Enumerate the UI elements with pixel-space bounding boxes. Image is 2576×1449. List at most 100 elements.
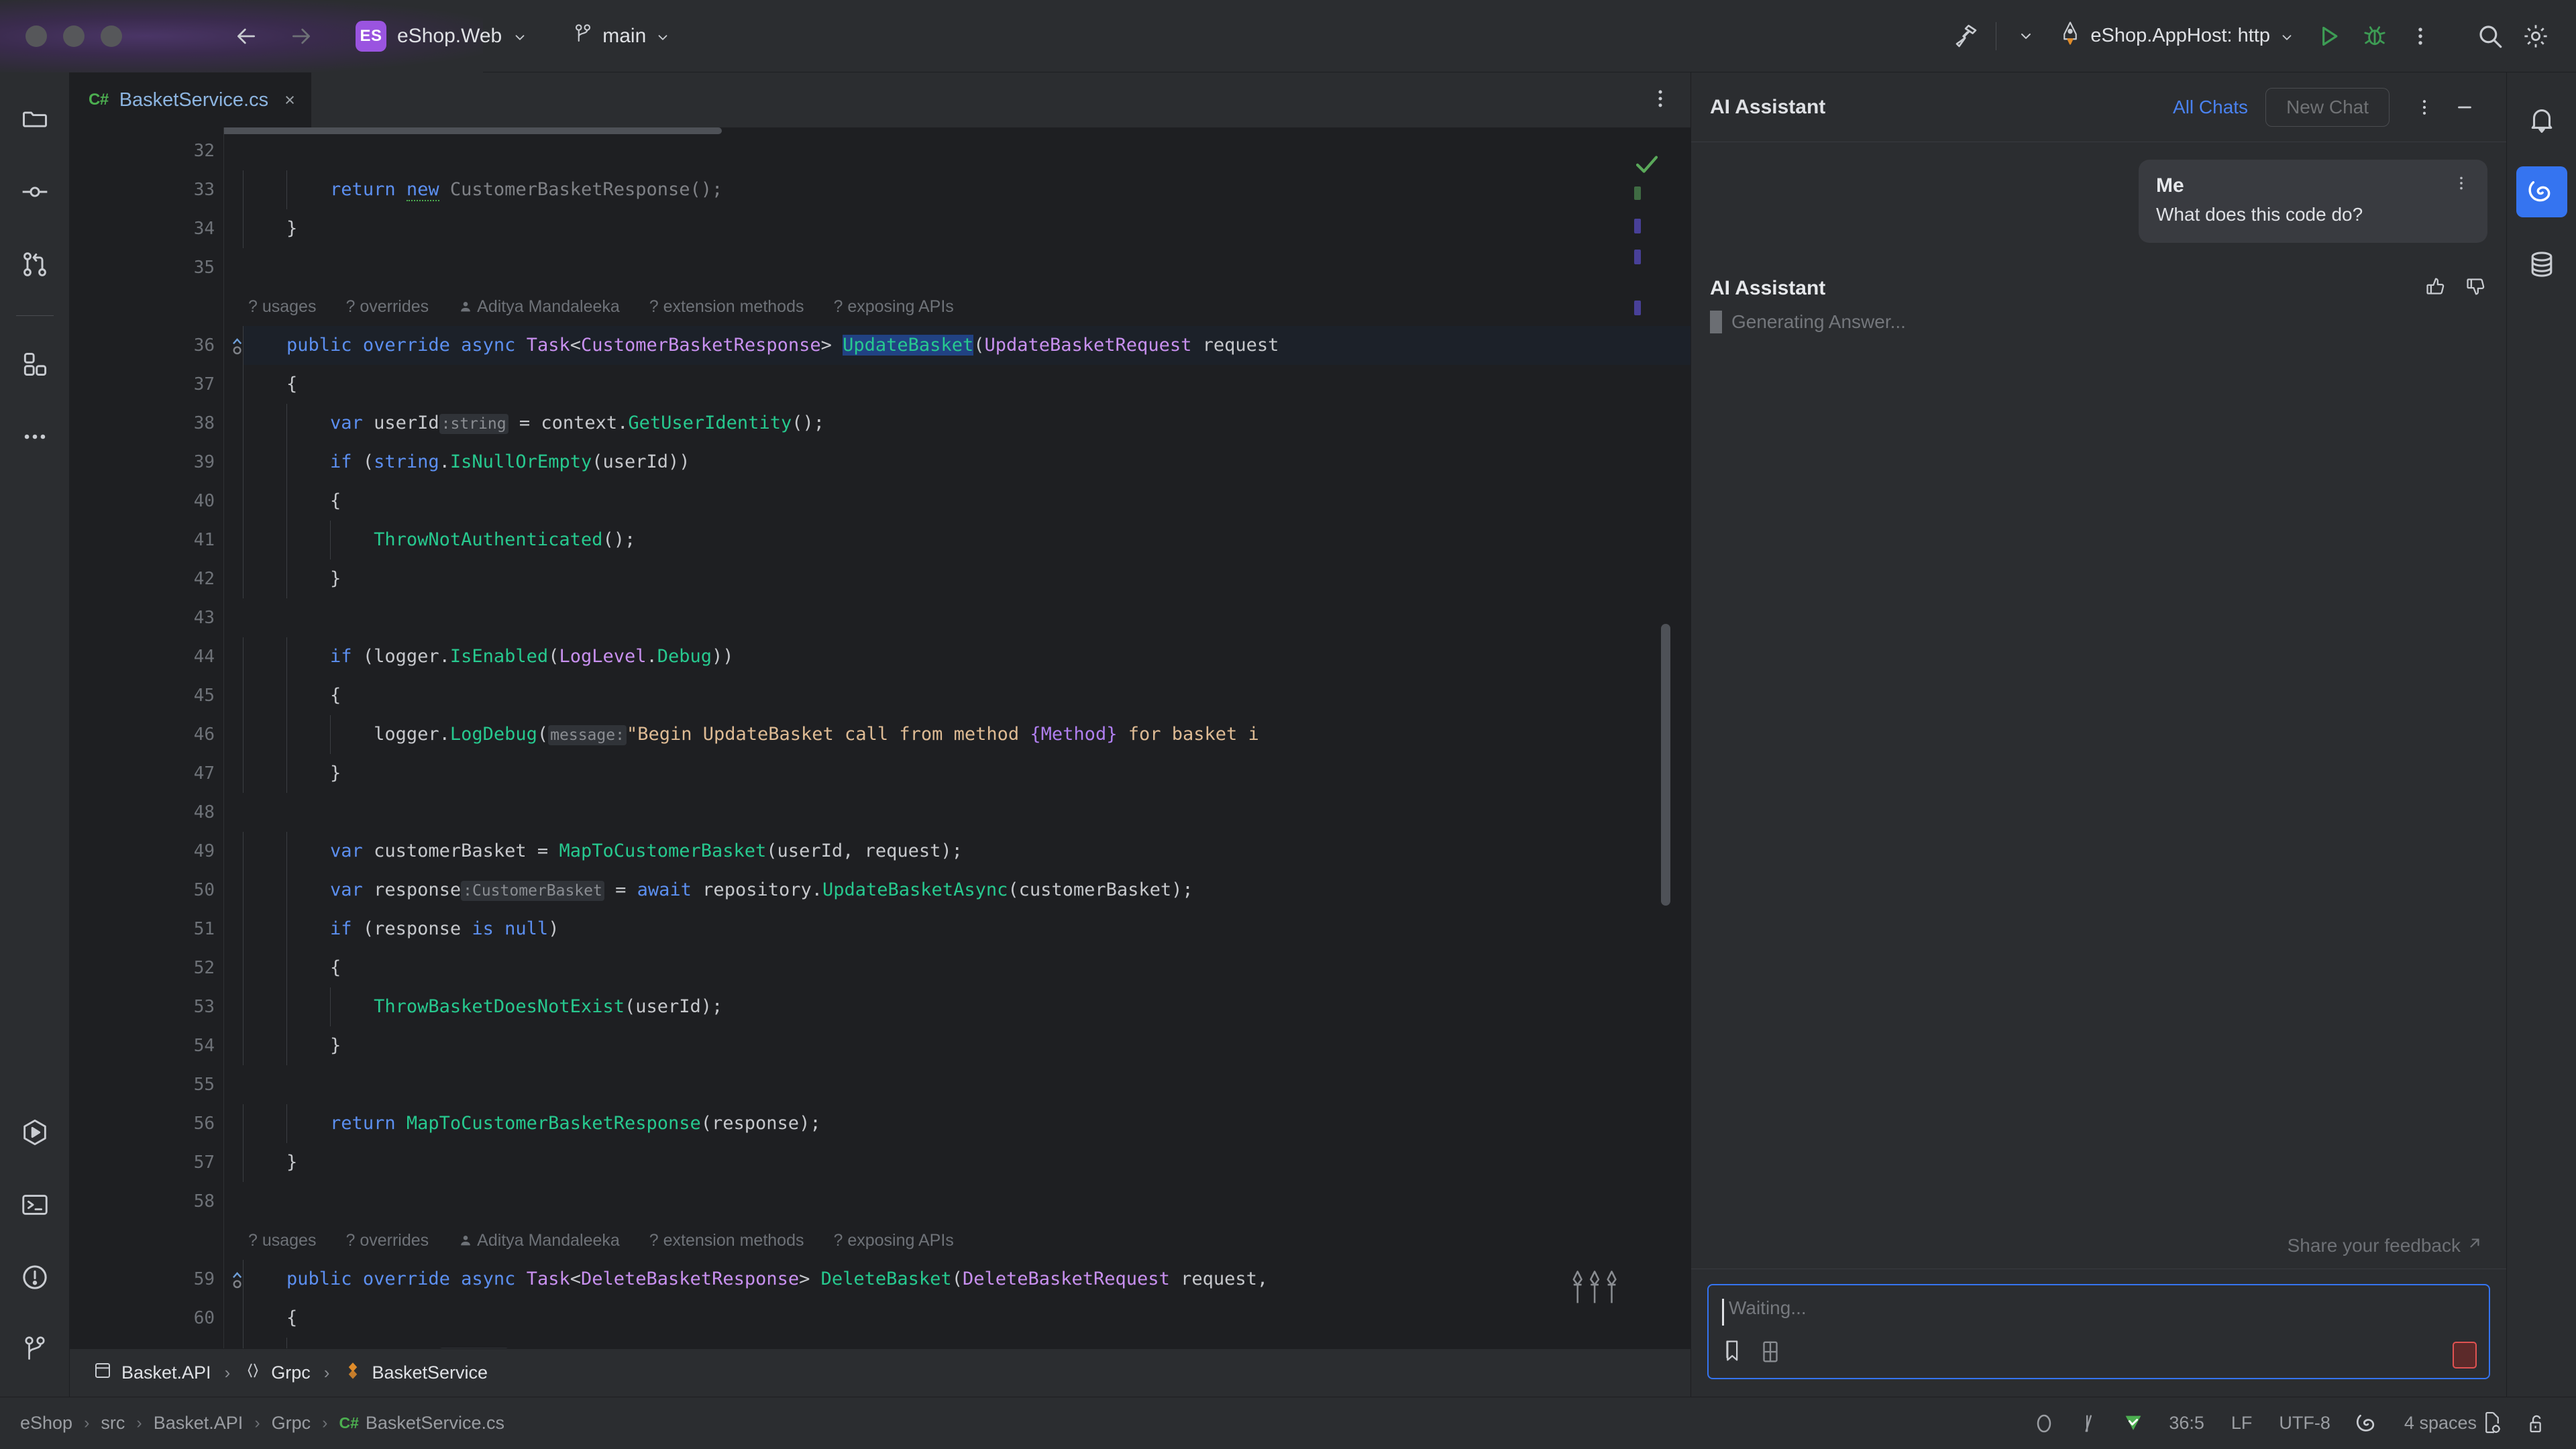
code-vision-hint-item[interactable]: ? overrides [345, 297, 429, 316]
line-number: 54 [70, 1026, 224, 1065]
back-arrow-icon[interactable] [221, 15, 271, 57]
ai-spiral-icon[interactable] [2344, 1411, 2391, 1436]
maximize-window-button[interactable] [101, 25, 122, 47]
folder-icon[interactable] [9, 94, 60, 145]
status-breadcrumb-item[interactable]: src [101, 1413, 125, 1434]
readonly-lock-icon[interactable] [2514, 1411, 2559, 1436]
ellipsis-icon[interactable] [9, 411, 60, 462]
share-feedback-link[interactable]: Share your feedback [1691, 1234, 2506, 1269]
minimize-icon[interactable] [2445, 87, 2485, 127]
status-breadcrumb-item[interactable]: eShop [20, 1413, 72, 1434]
chat-message-header: Me [2156, 174, 2470, 197]
code-vision-hint-item[interactable]: ? extension methods [649, 297, 804, 316]
code-vision-hint-item[interactable]: ? usages [248, 297, 316, 316]
generating-answer-row: Generating Answer... [1710, 311, 2487, 333]
minimize-window-button[interactable] [63, 25, 85, 47]
line-number: 49 [70, 832, 224, 871]
thumbs-down-icon[interactable] [2465, 275, 2487, 301]
debug-icon[interactable] [2352, 13, 2398, 59]
ai-prompt-input[interactable]: Waiting... [1707, 1284, 2490, 1379]
code-vision-hint-item[interactable]: ? exposing APIs [833, 1231, 953, 1250]
run-icon[interactable] [2306, 13, 2352, 59]
status-breadcrumb-file[interactable]: BasketService.cs [366, 1413, 504, 1434]
code-lines[interactable]: return new CustomerBasketResponse(); }? … [224, 127, 1690, 1348]
validation-ok-icon[interactable] [2111, 1411, 2155, 1436]
line-number-gutter[interactable]: 3233343536373839404142434445464748495051… [70, 127, 224, 1348]
gear-icon[interactable] [2513, 13, 2559, 59]
ide-window: ES eShop.Web main [0, 0, 2576, 1449]
chevron-down-icon [2279, 30, 2292, 42]
code-token: (customerBasket); [1008, 879, 1193, 900]
status-breadcrumb-item[interactable]: Grpc [272, 1413, 311, 1434]
hammer-icon[interactable] [1943, 13, 1989, 59]
status-breadcrumb-item[interactable]: Basket.API [154, 1413, 244, 1434]
code-vision-hint-item[interactable]: ? usages [248, 1231, 316, 1250]
class-icon [343, 1360, 363, 1385]
line-number: 57 [70, 1143, 224, 1182]
line-number: 55 [70, 1065, 224, 1104]
all-chats-link[interactable]: All Chats [2173, 97, 2248, 118]
inspections-icon[interactable] [2067, 1411, 2111, 1436]
code-content[interactable]: 3233343536373839404142434445464748495051… [70, 127, 1690, 1348]
line-number: 47 [70, 754, 224, 793]
run-configuration-selector[interactable]: eShop.AppHost: http [2049, 15, 2302, 57]
attach-code-icon[interactable] [1721, 1338, 1745, 1368]
project-selector[interactable]: ES eShop.Web [349, 14, 535, 58]
code-vision-hint-item[interactable]: Aditya Mandaleeka [458, 297, 620, 316]
memory-indicator-icon[interactable] [2021, 1411, 2067, 1436]
error-stripe-markers[interactable] [1634, 127, 1652, 1348]
code-editor[interactable]: 3233343536373839404142434445464748495051… [70, 127, 1690, 1348]
breadcrumb-item-class[interactable]: BasketService [343, 1360, 488, 1385]
code-token: :string [439, 414, 508, 434]
share-feedback-label: Share your feedback [2288, 1235, 2461, 1256]
window-traffic-lights[interactable] [25, 25, 122, 47]
code-appearance-pencils-icon[interactable] [1568, 1269, 1626, 1307]
breadcrumb-label: Basket.API [121, 1362, 211, 1383]
code-vision-hint-item[interactable]: ? extension methods [649, 1231, 804, 1250]
file-encoding[interactable]: UTF-8 [2265, 1413, 2344, 1434]
indent-settings-icon[interactable] [2479, 1411, 2514, 1436]
database-icon[interactable] [2516, 239, 2567, 290]
vertical-scrollbar[interactable] [1661, 624, 1670, 906]
close-window-button[interactable] [25, 25, 47, 47]
stop-generating-icon[interactable] [2453, 1342, 2477, 1368]
branch-selector[interactable]: main [564, 16, 677, 56]
more-options-icon[interactable] [2453, 174, 2470, 195]
breadcrumb-separator: › [225, 1362, 231, 1383]
pull-request-icon[interactable] [9, 239, 60, 290]
caret-position[interactable]: 36:5 [2155, 1413, 2218, 1434]
code-vision-hint-item[interactable]: ? exposing APIs [833, 297, 953, 316]
more-options-icon[interactable] [2398, 13, 2443, 59]
breadcrumb-item-module[interactable]: Basket.API [93, 1360, 211, 1385]
git-branch-icon[interactable] [9, 1324, 60, 1375]
commit-icon[interactable] [9, 166, 60, 217]
bell-icon[interactable] [2516, 94, 2567, 145]
blocks-icon[interactable] [9, 339, 60, 390]
forward-arrow-icon[interactable] [276, 15, 326, 57]
title-bar: ES eShop.Web main [0, 0, 2576, 72]
attach-file-icon[interactable] [1760, 1339, 1781, 1368]
editor-tab-options-icon[interactable] [1649, 87, 1672, 113]
build-options-chevron-icon[interactable] [2003, 13, 2049, 59]
new-chat-button[interactable]: New Chat [2265, 88, 2390, 127]
line-separator[interactable]: LF [2218, 1413, 2266, 1434]
more-options-icon[interactable] [2404, 87, 2445, 127]
editor-tab-basketservice[interactable]: C# BasketService.cs × [70, 72, 311, 127]
close-icon[interactable]: × [284, 90, 295, 111]
warning-circle-icon[interactable] [9, 1252, 60, 1303]
terminal-icon[interactable] [9, 1179, 60, 1230]
status-breadcrumb[interactable]: eShop›src›Basket.API›Grpc›C#BasketServic… [20, 1413, 504, 1434]
breadcrumb-item-namespace[interactable]: Grpc [244, 1361, 311, 1385]
thumbs-up-icon[interactable] [2424, 275, 2447, 301]
inspection-ok-checkmark-icon[interactable] [1633, 150, 1661, 182]
breadcrumb-separator: › [84, 1413, 89, 1433]
ai-spiral-icon[interactable] [2516, 166, 2567, 217]
code-vision-hint-item[interactable]: Aditya Mandaleeka [458, 1231, 620, 1250]
code-vision-hint-item[interactable]: ? overrides [345, 1231, 429, 1250]
indent-setting[interactable]: 4 spaces [2391, 1413, 2479, 1434]
run-hexagon-icon[interactable] [9, 1107, 60, 1158]
search-icon[interactable] [2467, 13, 2513, 59]
line-number: 48 [70, 793, 224, 832]
line-number: 53 [70, 987, 224, 1026]
indent-guide [243, 949, 244, 987]
